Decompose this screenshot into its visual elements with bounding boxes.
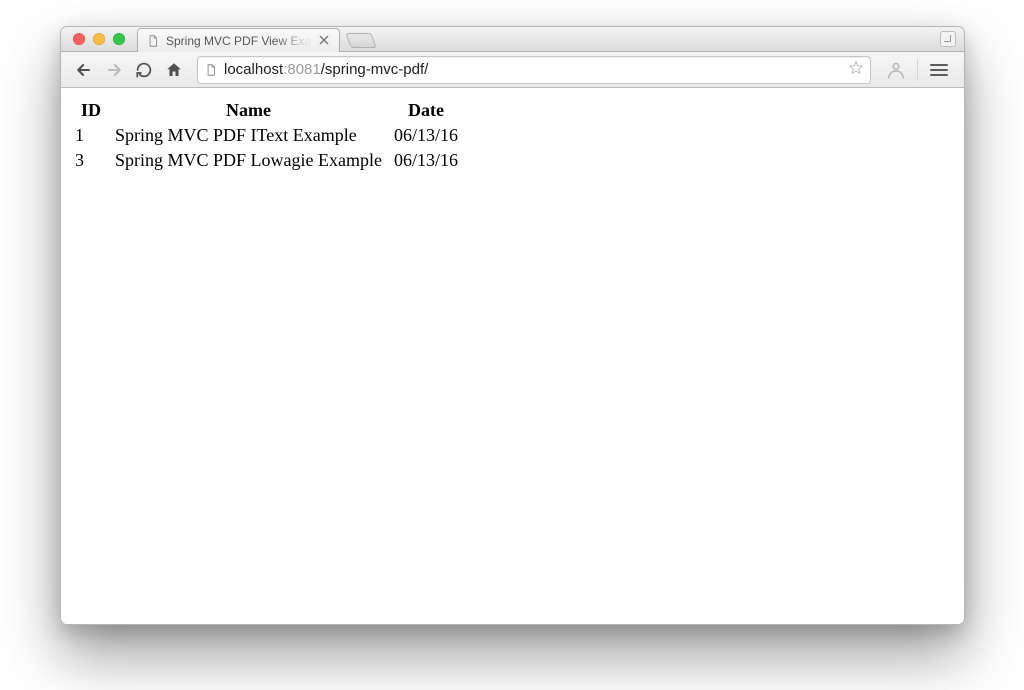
home-icon <box>165 61 183 79</box>
address-bar[interactable]: localhost:8081/spring-mvc-pdf/ <box>197 56 871 84</box>
url-host: localhost <box>224 61 283 78</box>
url-text: localhost:8081/spring-mvc-pdf/ <box>224 61 428 78</box>
bookmark-button[interactable] <box>848 60 864 80</box>
reload-button[interactable] <box>131 57 157 83</box>
back-button[interactable] <box>71 57 97 83</box>
col-name: Name <box>109 98 388 123</box>
home-button[interactable] <box>161 57 187 83</box>
window-minimize-button[interactable] <box>93 33 105 45</box>
window-controls <box>69 27 129 51</box>
tabstrip: Spring MVC PDF View Exa <box>137 27 374 51</box>
toggle-fullscreen-button[interactable] <box>940 31 956 47</box>
tab-title: Spring MVC PDF View Exa <box>166 34 311 48</box>
cell-date: 06/13/16 <box>388 123 464 148</box>
url-port: :8081 <box>283 61 321 78</box>
browser-tab[interactable]: Spring MVC PDF View Exa <box>137 28 340 52</box>
cell-id: 1 <box>73 123 109 148</box>
table-header-row: ID Name Date <box>73 98 464 123</box>
cell-date: 06/13/16 <box>388 148 464 173</box>
browser-window: Spring MVC PDF View Exa <box>60 26 965 625</box>
menu-button[interactable] <box>924 57 954 83</box>
arrow-right-icon <box>104 60 124 80</box>
page-icon <box>204 63 218 77</box>
star-icon <box>848 60 864 76</box>
url-path: /spring-mvc-pdf/ <box>321 61 429 78</box>
col-id: ID <box>73 98 109 123</box>
user-icon <box>885 61 907 79</box>
reload-icon <box>135 61 153 79</box>
cell-name: Spring MVC PDF IText Example <box>109 123 388 148</box>
table-row: 3 Spring MVC PDF Lowagie Example 06/13/1… <box>73 148 464 173</box>
tab-close-button[interactable] <box>317 33 331 47</box>
hamburger-icon <box>930 63 948 77</box>
forward-button[interactable] <box>101 57 127 83</box>
window-close-button[interactable] <box>73 33 85 45</box>
close-icon <box>319 35 329 45</box>
toolbar-separator <box>917 59 918 81</box>
window-zoom-button[interactable] <box>113 33 125 45</box>
file-icon <box>146 34 160 48</box>
data-table: ID Name Date 1 Spring MVC PDF IText Exam… <box>73 98 464 173</box>
table-row: 1 Spring MVC PDF IText Example 06/13/16 <box>73 123 464 148</box>
new-tab-button[interactable] <box>345 33 376 48</box>
cell-id: 3 <box>73 148 109 173</box>
cell-name: Spring MVC PDF Lowagie Example <box>109 148 388 173</box>
page-viewport: ID Name Date 1 Spring MVC PDF IText Exam… <box>61 88 964 183</box>
toolbar: localhost:8081/spring-mvc-pdf/ <box>61 52 964 88</box>
user-button[interactable] <box>881 57 911 83</box>
col-date: Date <box>388 98 464 123</box>
arrow-left-icon <box>74 60 94 80</box>
titlebar: Spring MVC PDF View Exa <box>61 27 964 52</box>
